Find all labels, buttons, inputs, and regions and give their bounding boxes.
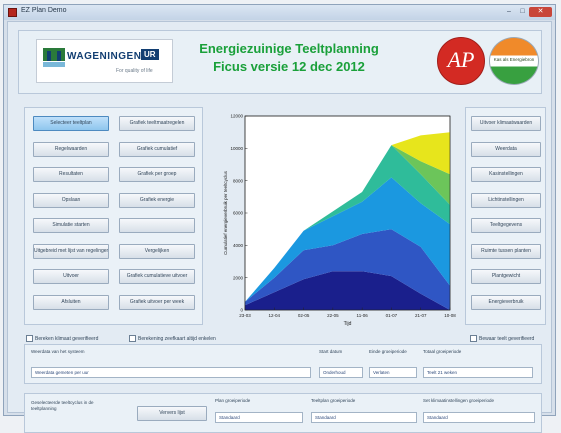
checkbox-label: Berekening zeefkaart altijd enkelen [138,335,216,342]
teeltplan-period-label: Teeltplan groeiperiode [311,398,356,403]
checkbox-climate-verified[interactable]: Bereken klimaat geverifieerd [26,335,98,342]
weather-system-field[interactable]: Weerdata gemeten per uur [31,367,311,378]
right-button-7[interactable]: Energieverbruik [471,294,541,310]
x-tick-label-4: 11-06 [357,313,369,318]
window-title: EZ Plan Demo [21,7,67,14]
right-button-2[interactable]: Kasinstellingen [471,167,541,182]
wageningen-name: WAGENINGEN [67,51,142,62]
right-button-panel: Uitvoer klimaatwaarden Weerdata Kasinstell… [465,107,546,325]
left-button-4-1[interactable] [119,218,195,233]
y-tick-label-0: 0 [240,308,243,313]
y-tick-label-3: 6000 [233,211,244,216]
left-button-1-1[interactable]: Grafiek cumulatief [119,141,195,157]
plan-period-field[interactable]: Standaard [215,412,303,423]
climate-settings-field[interactable]: Standaard [423,412,535,423]
climate-settings-label: Set klimaatinstellingen groeiperiode [423,398,495,403]
page-subtitle: Ficus versie 12 dec 2012 [213,59,365,74]
left-button-7-1[interactable]: Grafiek uitvoer per week [119,294,195,310]
wageningen-ur-badge: UR [141,49,159,60]
y-tick-label-5: 10000 [230,146,243,151]
checkbox-label: Bewaar teelt geverifieerd [479,335,535,342]
y-tick-label-6: 12000 [230,114,243,119]
checkbox-label: Bereken klimaat geverifieerd [35,335,99,342]
settings-panel-bottom: Geselecteerde teeltcyclus in de teeltpla… [24,393,542,433]
x-tick-label-5: 01-07 [386,313,398,318]
right-button-6[interactable]: Plantgewicht [471,269,541,284]
left-button-0-0[interactable]: Selecteer teeltplan [33,116,109,131]
x-tick-label-2: 02-05 [298,313,310,318]
minimize-button[interactable]: – [502,7,516,17]
right-button-1[interactable]: Weerdata [471,141,541,157]
main-content: WAGENINGEN UR For quality of life Energi… [7,21,552,433]
wageningen-tagline: For quality of life [116,68,153,74]
right-button-4[interactable]: Teeltgegevens [471,218,541,233]
energy-area-chart: 0 2000 4000 6000 8000 10000 12000 23-03 12-04 02-… [223,114,456,327]
total-period-field[interactable]: Teelt 21 weken [423,367,533,378]
right-button-0[interactable]: Uitvoer klimaatwaarden [471,116,541,131]
x-tick-label-0: 23-03 [239,313,251,318]
left-button-2-1[interactable]: Grafiek per groep [119,167,195,182]
x-axis-label: Tijd [344,321,352,327]
left-button-6-0[interactable]: Uitvoer [33,269,109,284]
x-tick-label-1: 12-04 [269,313,281,318]
x-tick-label-6: 21-07 [415,313,427,318]
left-button-0-1[interactable]: Grafiek teeltmaatregelen [119,116,195,131]
ap-logo: AP [437,37,485,85]
start-date-field[interactable]: Onderhoud [319,367,363,378]
left-button-6-1[interactable]: Grafiek cumulatieve uitvoer [119,269,195,284]
ap-logo-text: AP [447,47,475,72]
checkbox-box[interactable] [470,335,477,342]
start-date-label: Start datum [319,349,343,354]
left-button-5-1[interactable]: Vergelijken [119,243,195,259]
left-button-panel: Selecteer teeltplan Grafiek teeltmaatrege… [24,107,203,325]
app-window: EZ Plan Demo – □ ✕ WAGENINGEN UR For qua… [3,4,556,433]
header-panel: WAGENINGEN UR For quality of life Energi… [18,30,542,94]
maximize-button[interactable]: □ [516,7,529,17]
y-tick-label-1: 2000 [233,275,244,280]
left-button-7-0[interactable]: Afsluiten [33,294,109,310]
wageningen-logo: WAGENINGEN UR For quality of life [36,39,173,83]
plan-period-label: Plan groeiperiode [215,398,251,403]
left-button-3-0[interactable]: Opslaan [33,192,109,208]
end-period-label: Einde groeiperiode [369,349,407,354]
left-button-1-0[interactable]: Regelwaarden [33,141,109,157]
left-button-5-0[interactable]: Uitgebreid met lijst van regelingen [33,243,109,259]
y-axis-label: Cumulatief energieverbruik per teeltcycl… [223,170,228,255]
close-button[interactable]: ✕ [529,7,552,17]
right-button-3[interactable]: Lichtinstellingen [471,192,541,208]
weather-system-label: Weerdata van het systeem [31,349,85,354]
right-button-5[interactable]: Ruimte tussen planten [471,243,541,259]
x-tick-label-3: 22-05 [327,313,339,318]
selected-cycle-label: Geselecteerde teeltcyclus in de teeltpla… [31,400,94,411]
kas-energiebron-logo: Kas als Energiebron [489,37,539,85]
y-tick-label-2: 4000 [233,243,244,248]
kas-energiebron-text: Kas als Energiebron [492,57,536,62]
refresh-list-button[interactable]: Ververs lijst [137,406,207,421]
teeltplan-period-field[interactable]: Standaard [311,412,417,423]
left-button-3-1[interactable]: Grafiek energie [119,192,195,208]
page-title: Energiezuinige Teeltplanning [199,41,379,56]
total-period-label: Totaal groeiperiode [423,349,462,354]
end-period-field[interactable]: Verlaten [369,367,417,378]
settings-panel-top: Weerdata van het systeem Weerdata gemete… [24,344,542,384]
checkbox-box[interactable] [26,335,33,342]
left-button-4-0[interactable]: Simulatie starten [33,218,109,233]
title-bar[interactable]: EZ Plan Demo – □ ✕ [4,5,555,20]
checkbox-save-verified[interactable]: Bewaar teelt geverifieerd [470,335,534,342]
checkbox-zeefkaart[interactable]: Berekening zeefkaart altijd enkelen [129,335,216,342]
x-tick-label-7: 10-08 [444,313,456,318]
left-button-2-0[interactable]: Resultaten [33,167,109,182]
y-tick-label-4: 8000 [233,178,244,183]
checkbox-box[interactable] [129,335,136,342]
app-icon [8,8,17,17]
wageningen-mark-icon [43,48,65,67]
